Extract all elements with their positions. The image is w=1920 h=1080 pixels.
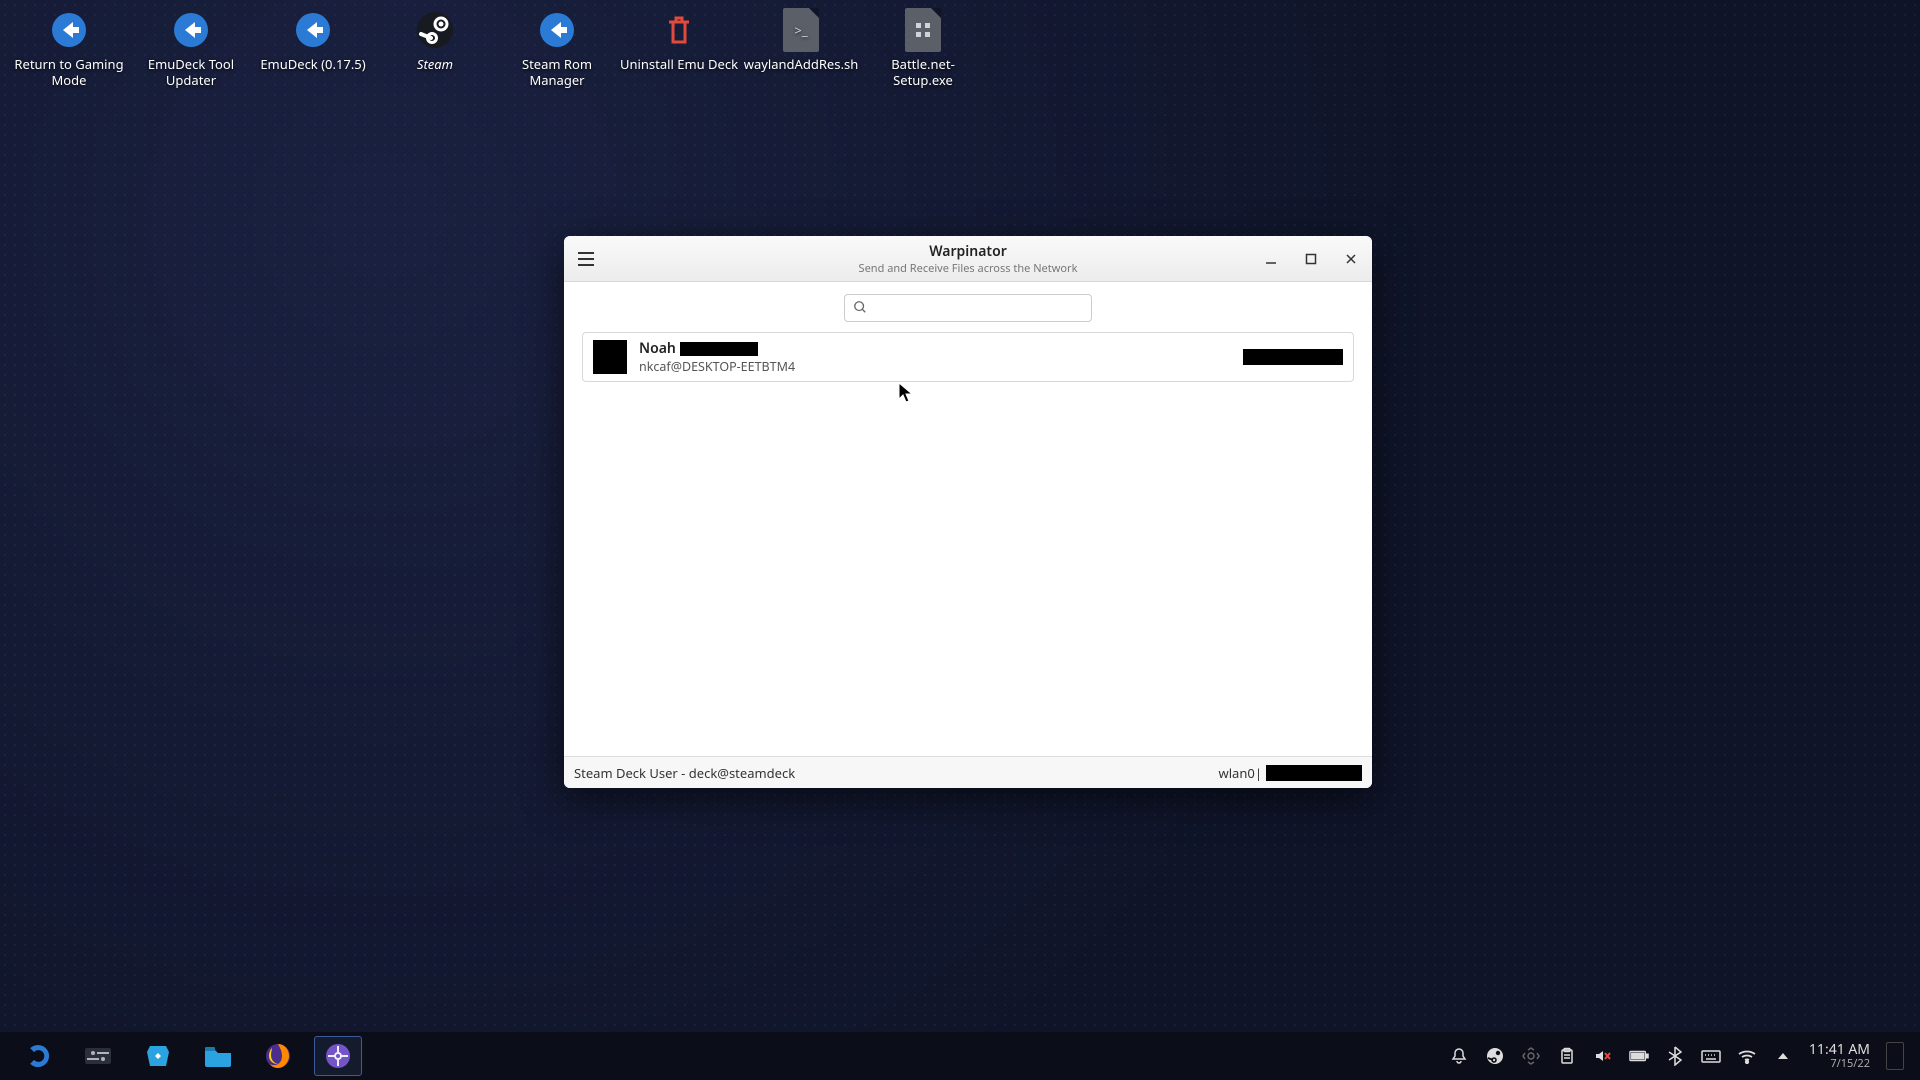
peer-right (1243, 349, 1343, 365)
taskbar-settings[interactable] (68, 1034, 128, 1078)
peer-list: Noah nkcaf@DESKTOP-EETBTM4 (564, 332, 1372, 756)
taskbar: 11:41 AM 7/15/22 (0, 1032, 1920, 1080)
status-identity: Steam Deck User - deck@steamdeck (574, 764, 795, 782)
desktop-icon-return-gaming-mode[interactable]: Return to Gaming Mode (8, 10, 130, 89)
titlebar[interactable]: Warpinator Send and Receive Files across… (564, 236, 1372, 282)
redacted-block (1266, 765, 1362, 781)
updates-icon[interactable] (1521, 1046, 1541, 1066)
desktop-icon-label: Return to Gaming Mode (8, 56, 130, 89)
desktop-icons: Return to Gaming Mode EmuDeck Tool Updat… (8, 10, 984, 89)
desktop-icon-wayland-addres-sh[interactable]: >_ waylandAddRes.sh (740, 10, 862, 89)
taskbar-warpinator[interactable] (308, 1034, 368, 1078)
arrow-back-circle-icon (293, 10, 333, 50)
keyboard-icon[interactable] (1701, 1046, 1721, 1066)
tray-expand-icon[interactable] (1773, 1046, 1793, 1066)
window-title: Warpinator (564, 242, 1372, 261)
trash-icon (659, 10, 699, 50)
clock-date: 7/15/22 (1809, 1058, 1870, 1070)
desktop-icon-label: waylandAddRes.sh (744, 56, 859, 72)
clock[interactable]: 11:41 AM 7/15/22 (1809, 1042, 1870, 1069)
show-desktop-button[interactable] (1886, 1042, 1904, 1070)
search-input-wrapper[interactable] (844, 294, 1092, 322)
search-icon (853, 297, 867, 319)
steam-icon (415, 10, 455, 50)
taskbar-start-menu[interactable] (8, 1034, 68, 1078)
status-iface: wlan0 (1218, 764, 1254, 782)
redacted-block (1243, 349, 1343, 365)
desktop-icon-label: Battle.net-Setup.exe (862, 56, 984, 89)
arrow-back-circle-icon (49, 10, 89, 50)
volume-muted-icon[interactable] (1593, 1046, 1613, 1066)
desktop-icon-label: Uninstall Emu Deck (620, 56, 738, 72)
search-input[interactable] (873, 301, 1083, 316)
peer-row[interactable]: Noah nkcaf@DESKTOP-EETBTM4 (582, 332, 1354, 382)
peer-subtitle: nkcaf@DESKTOP-EETBTM4 (639, 358, 1231, 375)
warpinator-window: Warpinator Send and Receive Files across… (564, 236, 1372, 788)
desktop-icon-label: EmuDeck (0.17.5) (260, 56, 365, 72)
title-center: Warpinator Send and Receive Files across… (564, 242, 1372, 276)
desktop-icon-label: Steam (417, 56, 453, 72)
menu-button[interactable] (574, 245, 602, 273)
status-sep: | (1255, 764, 1262, 782)
exe-file-icon (903, 10, 943, 50)
desktop-icon-uninstall-emudeck[interactable]: Uninstall Emu Deck (618, 10, 740, 89)
taskbar-discover[interactable] (128, 1034, 188, 1078)
close-button[interactable] (1338, 246, 1364, 272)
desktop-icon-label: EmuDeck Tool Updater (130, 56, 252, 89)
taskbar-firefox[interactable] (248, 1034, 308, 1078)
taskbar-files[interactable] (188, 1034, 248, 1078)
system-tray: 11:41 AM 7/15/22 (1449, 1042, 1912, 1070)
maximize-button[interactable] (1298, 246, 1324, 272)
desktop-icon-steam-rom-manager[interactable]: Steam Rom Manager (496, 10, 618, 89)
avatar (593, 340, 627, 374)
redacted-block (680, 342, 758, 356)
peer-name: Noah (639, 339, 1231, 358)
desktop-icon-steam[interactable]: Steam (374, 10, 496, 89)
arrow-back-circle-icon (537, 10, 577, 50)
steam-tray-icon[interactable] (1485, 1046, 1505, 1066)
notifications-icon[interactable] (1449, 1046, 1469, 1066)
desktop-icon-emudeck-tool-updater[interactable]: EmuDeck Tool Updater (130, 10, 252, 89)
window-subtitle: Send and Receive Files across the Networ… (564, 261, 1372, 276)
wifi-icon[interactable] (1737, 1046, 1757, 1066)
terminal-file-icon: >_ (781, 10, 821, 50)
desktop-icon-battlenet-setup-exe[interactable]: Battle.net-Setup.exe (862, 10, 984, 89)
arrow-back-circle-icon (171, 10, 211, 50)
minimize-button[interactable] (1258, 246, 1284, 272)
clipboard-icon[interactable] (1557, 1046, 1577, 1066)
battery-icon[interactable] (1629, 1046, 1649, 1066)
statusbar: Steam Deck User - deck@steamdeck wlan0 | (564, 756, 1372, 788)
bluetooth-icon[interactable] (1665, 1046, 1685, 1066)
desktop-icon-emudeck[interactable]: EmuDeck (0.17.5) (252, 10, 374, 89)
desktop-icon-label: Steam Rom Manager (496, 56, 618, 89)
